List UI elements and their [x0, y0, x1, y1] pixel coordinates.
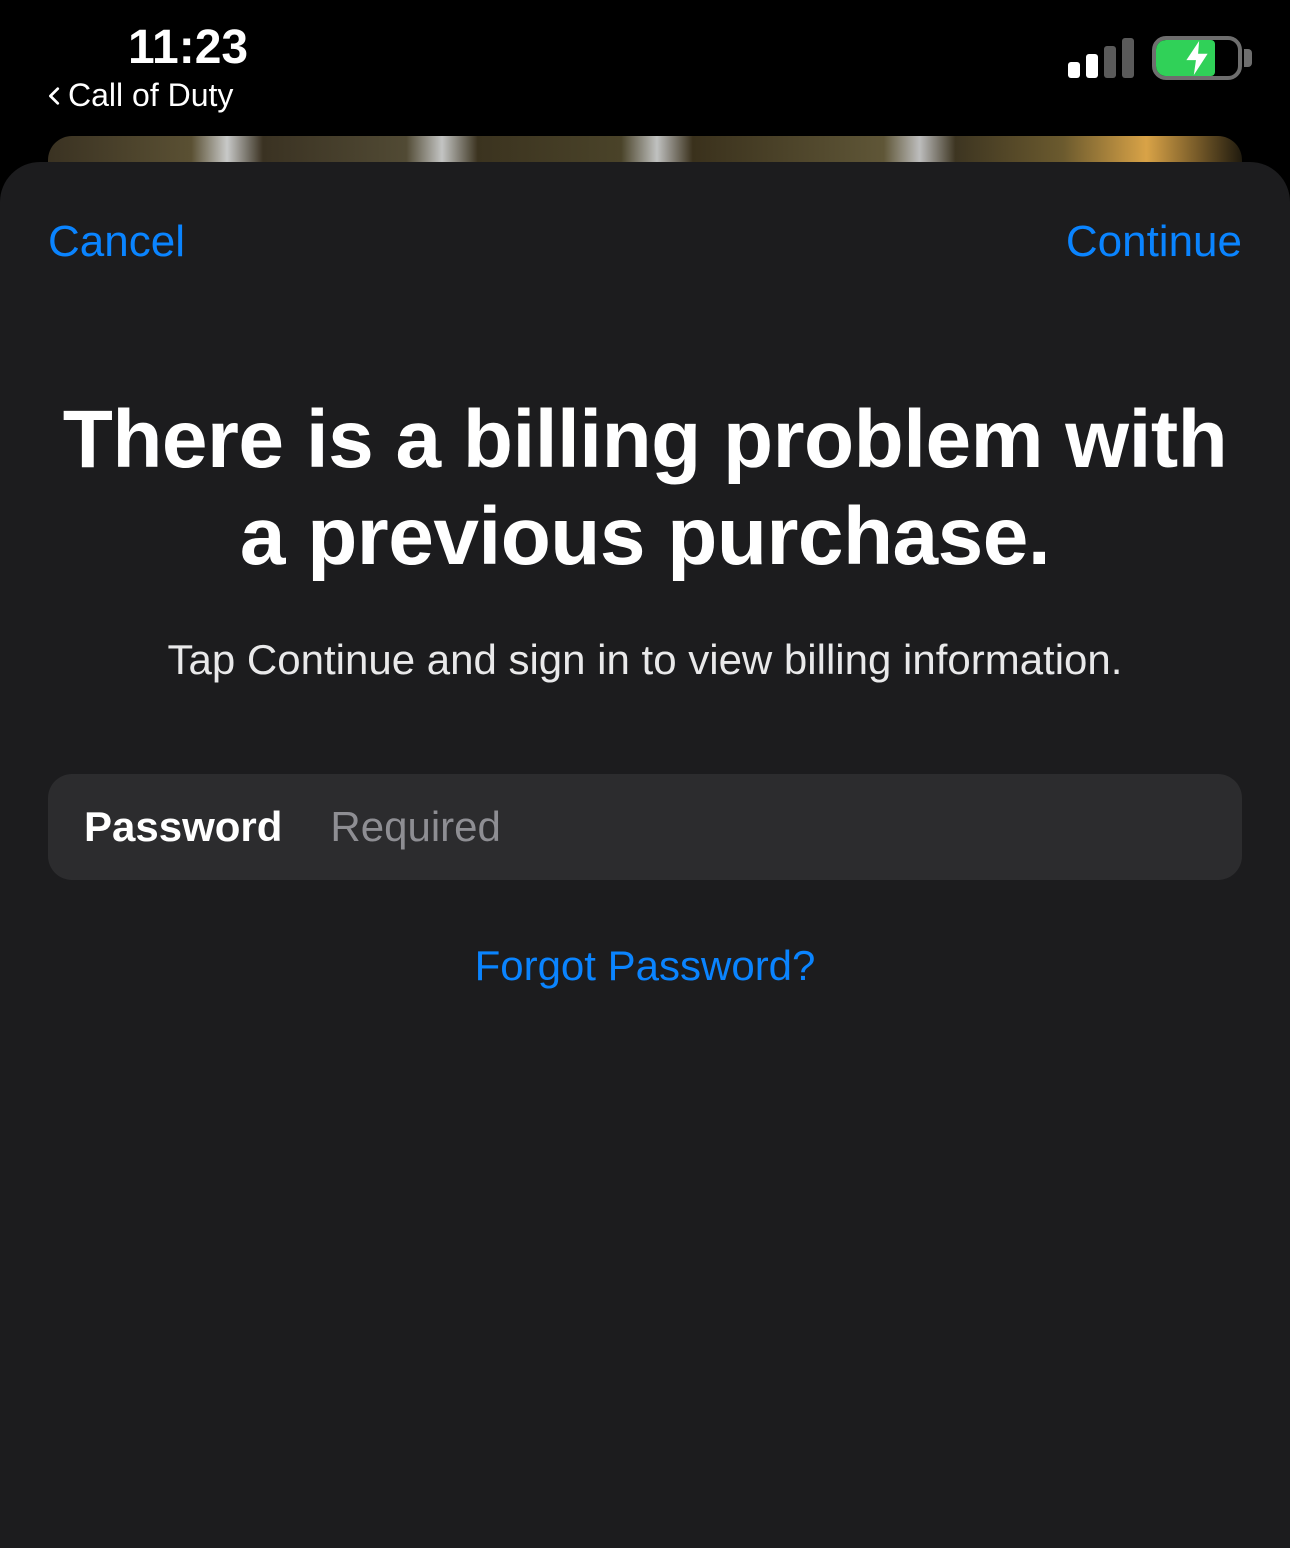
back-to-app-button[interactable]: Call of Duty	[44, 77, 233, 114]
password-field-container[interactable]: Password	[48, 774, 1242, 880]
password-input[interactable]	[330, 803, 1206, 851]
battery-icon	[1152, 36, 1242, 80]
billing-problem-sheet: Cancel Continue There is a billing probl…	[0, 162, 1290, 1548]
continue-button[interactable]: Continue	[1066, 217, 1242, 267]
status-bar: 11:23 Call of Duty	[0, 0, 1290, 120]
password-label: Password	[84, 803, 282, 851]
forgot-password-button[interactable]: Forgot Password?	[475, 942, 816, 990]
status-bar-left: 11:23 Call of Duty	[48, 0, 248, 114]
sheet-subtitle: Tap Continue and sign in to view billing…	[48, 636, 1242, 684]
sheet-title: There is a billing problem with a previo…	[48, 392, 1242, 586]
status-bar-right	[1068, 0, 1242, 80]
back-to-app-label: Call of Duty	[68, 77, 233, 114]
cellular-signal-icon	[1068, 38, 1134, 78]
cancel-button[interactable]: Cancel	[48, 217, 185, 267]
clock: 11:23	[128, 20, 248, 75]
back-chevron-icon	[44, 85, 66, 107]
sheet-header: Cancel Continue	[48, 202, 1242, 282]
charging-bolt-icon	[1184, 41, 1210, 75]
